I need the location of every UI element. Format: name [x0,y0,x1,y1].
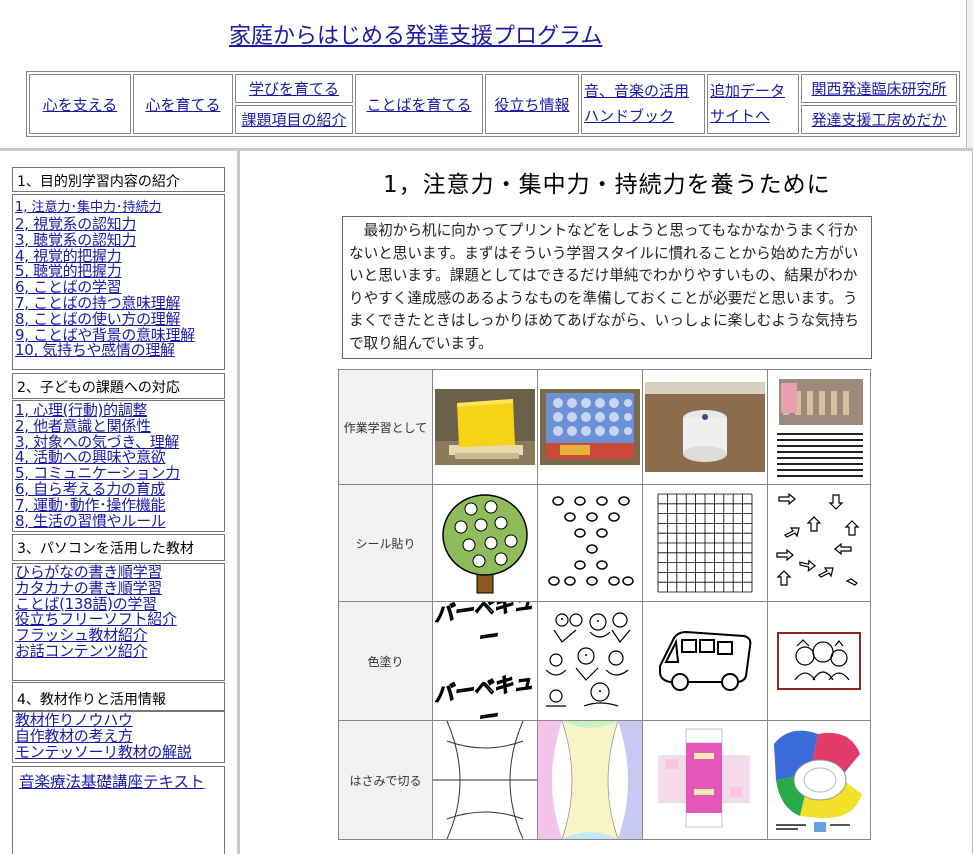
sidebar-heading-3: 3、パソコンを活用した教材 [17,541,194,557]
page-title: 1，注意力・集中力・持続力を養うために [383,172,831,198]
row-label: シール貼り [338,484,433,602]
sidebar-link-box-4: 教材作りノウハウ 自作教材の考え方 モンテッソーリ教材の解説 [12,711,225,763]
sidebar-heading-4: 4、教材作りと活用情報 [17,692,166,708]
material-image-cell [642,601,768,721]
nav-cell: 関西発達臨床研究所 [801,74,957,103]
nav-site[interactable]: サイトへ [710,107,770,125]
nav-medaka[interactable]: 発達支援工房めだか [811,111,946,129]
top-scrollbar[interactable] [966,0,973,148]
sidebar-links-2: 1, 心理(行動)的調整 2, 他者意識と関係性 3, 対象への気づき、理解 4, 活… [13,401,224,530]
material-image-cell [767,484,871,602]
nav-cell: 学びを育てる [235,74,353,103]
table-row: 作業学習として [338,369,871,485]
material-image-cell [432,720,538,840]
box-pattern-image[interactable] [643,721,767,839]
nav-cell: ことばを育てる [355,74,483,134]
sidebar-links-4: 教材作りノウハウ 自作教材の考え方 モンテッソーリ教材の解説 [13,712,224,761]
sidebar-link[interactable]: 10, 気持ちや感情の理解 [15,343,222,359]
material-image-cell [432,369,538,485]
sidebar-section-heading: 3、パソコンを活用した教材 [12,534,225,561]
children-drawing-image[interactable] [538,602,642,720]
circle-pattern-image[interactable] [538,485,642,601]
nav-kokoro-sasaeru[interactable]: 心を支える [43,96,118,114]
nav-ongaku[interactable]: 音、音楽の活用 [584,82,689,100]
connect-four-image[interactable] [538,370,642,484]
sidebar-frame: 1、目的別学習内容の紹介 1, 注意力･集中力･持続力 2, 視覚系の認知力 3, … [0,151,240,854]
material-image-cell [537,601,643,721]
material-image-cell [767,601,871,721]
framed-drawing-image[interactable] [768,602,870,720]
row-label: はさみで切る [338,720,433,840]
nav-kotoba-sodateru[interactable]: ことばを育てる [366,96,471,114]
nav-cell: 心を支える [29,74,131,134]
sidebar-link-music-therapy[interactable]: 音楽療法基礎講座テキスト [19,773,205,791]
table-row: はさみで切る [338,720,871,840]
sidebar-heading-1: 1、目的別学習内容の紹介 [17,174,180,190]
bbq-lettering-image[interactable]: バーベキュー バーベキュー [433,602,537,720]
nav-cell: 心を育てる [133,74,233,134]
nav-manabi-sodateru[interactable]: 学びを育てる [249,80,339,98]
material-image-cell [537,484,643,602]
worksheet-photo-image[interactable] [768,370,870,484]
sidebar-link[interactable]: モンテッソーリ教材の解説 [15,744,222,761]
tree-sticker-image[interactable] [433,485,537,601]
site-title-link[interactable]: 家庭からはじめる発達支援プログラム [229,18,602,50]
sidebar-section-heading: 4、教材作りと活用情報 [12,682,225,711]
material-image-cell [642,484,768,602]
sidebar-section-heading: 2、子どもの課題への対応 [12,373,225,399]
sidebar-links-1: 1, 注意力･集中力･持続力 2, 視覚系の認知力 3, 聴覚系の認知力 4, 視覚的… [13,195,224,360]
color-shape-image[interactable] [768,721,870,839]
main-nav: 心を支える 心を育てる 学びを育てる ことばを育てる 役立ち情報 音、音楽の活用… [26,71,960,137]
container-image[interactable] [643,370,767,484]
sidebar-section-heading: 1、目的別学習内容の紹介 [12,167,225,192]
arrow-sheet-image[interactable] [768,485,870,601]
book-stand-image[interactable] [433,370,537,484]
color-cut-image[interactable] [538,721,642,839]
sidebar-heading-2: 2、子どもの課題への対応 [17,380,180,396]
table-row: 色塗り バーベキュー バーベキュー [338,601,871,721]
material-image-cell [642,369,768,485]
bus-drawing-image[interactable] [643,602,767,720]
intro-text: 最初から机に向かってプリントなどをしようと思ってもなかなかうまく行かないと思いま… [342,216,872,359]
material-image-cell [767,369,871,485]
sidebar-link-box-5: 音楽療法基礎講座テキスト [12,766,225,854]
nav-kansai[interactable]: 関西発達臨床研究所 [811,80,946,98]
nav-cell: 役立ち情報 [485,74,579,134]
material-image-cell: バーベキュー バーベキュー [432,601,538,721]
nav-cell: 発達支援工房めだか [801,105,957,134]
grid-sheet-image[interactable] [643,485,767,601]
nav-cell: 課題項目の紹介 [235,105,353,134]
sidebar-link-box-2: 1, 心理(行動)的調整 2, 他者意識と関係性 3, 対象への気づき、理解 4, 活… [12,400,225,532]
table-row: シール貼り [338,484,871,602]
sidebar-extra: 音楽療法基礎講座テキスト [13,767,224,795]
nav-kokoro-sodateru[interactable]: 心を育てる [145,96,220,114]
sidebar-link-box-3: ひらがなの書き順学習 カタカナの書き順学習 ことば(138語)の学習 役立ちフリーソフ… [12,563,225,681]
material-image-cell [537,369,643,485]
nav-handbook[interactable]: ハンドブック [584,107,674,125]
nav-yakudachi[interactable]: 役立ち情報 [494,96,569,114]
material-grid: 作業学習として シール貼り 色塗り バーベキュー バーベキュー はさみで切る [338,369,871,840]
nav-cell: 追加データ サイトへ [707,74,799,134]
top-frame: 家庭からはじめる発達支援プログラム 心を支える 心を育てる 学びを育てる ことば… [0,0,973,151]
row-label: 色塗り [338,601,433,721]
nav-kadai-shoukai[interactable]: 課題項目の紹介 [241,111,346,129]
sidebar-link[interactable]: 8, 生活の習慣やルール [15,513,222,530]
material-image-cell [642,720,768,840]
sidebar-links-3: ひらがなの書き順学習 カタカナの書き順学習 ことば(138語)の学習 役立ちフリーソフ… [13,564,224,661]
material-image-cell [537,720,643,840]
material-image-cell [432,484,538,602]
nav-cell: 音、音楽の活用 ハンドブック [581,74,705,134]
sidebar-link[interactable]: お話コンテンツ紹介 [15,643,222,660]
content-frame: 1，注意力・集中力・持続力を養うために 最初から机に向かってプリントなどをしよう… [243,151,973,854]
sidebar-link-box-1: 1, 注意力･集中力･持続力 2, 視覚系の認知力 3, 聴覚系の認知力 4, 視覚的… [12,194,225,370]
nav-tsuika-data[interactable]: 追加データ [710,82,785,100]
row-label: 作業学習として [338,369,433,485]
cut-lines-image[interactable] [433,721,537,839]
material-image-cell [767,720,871,840]
bbq-text-1: バーベキュー [433,602,535,651]
bbq-text-2: バーベキュー [433,669,535,720]
